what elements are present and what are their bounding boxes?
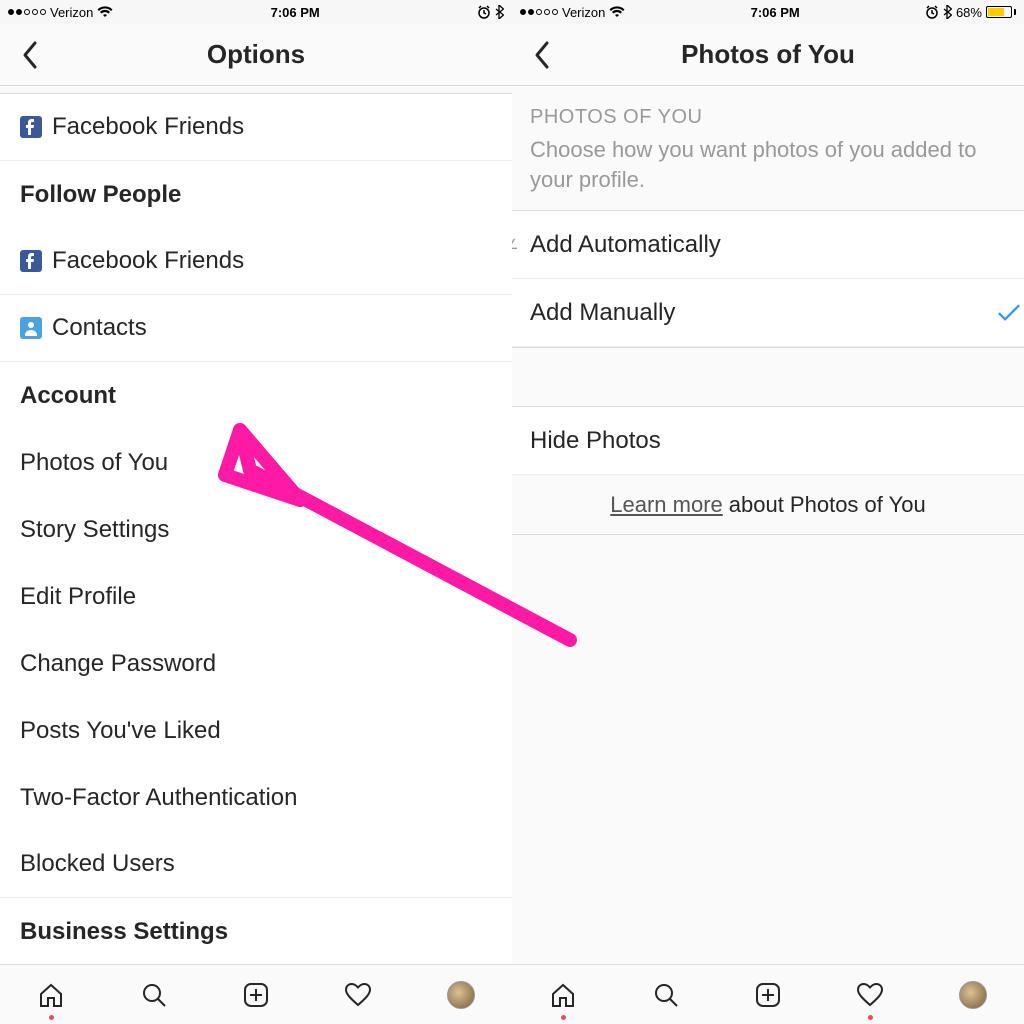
status-time: 7:06 PM — [271, 5, 320, 20]
list-item-story-settings[interactable]: Story Settings — [0, 496, 512, 563]
section-subheader: PHOTOS OF YOU — [530, 106, 1006, 129]
edge-artifact-text: ∠ — [512, 236, 519, 253]
signal-dots-icon — [520, 9, 558, 15]
chevron-left-icon — [21, 40, 39, 70]
list-item-label: Photos of You — [20, 449, 168, 477]
notification-dot — [561, 1015, 566, 1020]
learn-more-text: about Photos of You — [729, 492, 926, 518]
section-label: Business Settings — [20, 918, 228, 946]
back-button[interactable] — [520, 24, 564, 85]
option-hide-photos[interactable]: Hide Photos — [512, 407, 1024, 475]
plus-square-icon — [242, 981, 270, 1009]
tab-activity[interactable] — [307, 965, 409, 1024]
option-add-automatically[interactable]: ∠ Add Automatically — [512, 211, 1024, 279]
home-icon — [549, 981, 577, 1009]
nav-header: Options — [0, 24, 512, 86]
section-gap — [512, 347, 1024, 407]
tab-profile[interactable] — [410, 965, 512, 1024]
empty-fill — [512, 535, 1024, 1024]
options-list[interactable]: Facebook Friends Follow People Facebook … — [0, 94, 512, 1024]
battery-percent: 68% — [956, 5, 982, 20]
list-item-posts-liked[interactable]: Posts You've Liked — [0, 697, 512, 764]
heart-icon — [344, 981, 372, 1009]
list-item-label: Blocked Users — [20, 850, 175, 878]
search-icon — [140, 981, 168, 1009]
section-description: PHOTOS OF YOU Choose how you want photos… — [512, 86, 1024, 211]
photos-of-you-screen: Verizon 7:06 PM 68% — [512, 0, 1024, 1024]
home-icon — [37, 981, 65, 1009]
list-item-label: Facebook Friends — [52, 113, 244, 141]
list-item-facebook-friends[interactable]: Facebook Friends — [0, 94, 512, 161]
page-title: Options — [0, 39, 512, 70]
search-icon — [652, 981, 680, 1009]
tab-add[interactable] — [205, 965, 307, 1024]
partial-row-top — [0, 86, 512, 94]
tab-activity[interactable] — [819, 965, 921, 1024]
carrier-label: Verizon — [50, 5, 93, 20]
option-label: Add Automatically — [530, 231, 721, 259]
plus-square-icon — [754, 981, 782, 1009]
chevron-left-icon — [533, 40, 551, 70]
facebook-icon — [20, 250, 52, 272]
status-time: 7:06 PM — [751, 5, 800, 20]
option-label: Hide Photos — [530, 427, 661, 455]
section-label: Account — [20, 382, 116, 410]
tab-add[interactable] — [717, 965, 819, 1024]
section-follow-people: Follow People — [0, 161, 512, 228]
list-item-change-password[interactable]: Change Password — [0, 630, 512, 697]
back-button[interactable] — [8, 24, 52, 85]
list-item-facebook-friends-2[interactable]: Facebook Friends — [0, 228, 512, 295]
section-business-settings: Business Settings — [0, 898, 512, 965]
bluetooth-icon — [943, 5, 952, 19]
notification-dot — [49, 1015, 54, 1020]
list-item-label: Story Settings — [20, 516, 169, 544]
contacts-icon — [20, 317, 52, 339]
page-title: Photos of You — [512, 39, 1024, 70]
list-item-label: Edit Profile — [20, 583, 136, 611]
wifi-icon — [609, 6, 625, 18]
carrier-label: Verizon — [562, 5, 605, 20]
photos-content: PHOTOS OF YOU Choose how you want photos… — [512, 86, 1024, 1024]
list-item-photos-of-you[interactable]: Photos of You — [0, 429, 512, 496]
learn-more-row: Learn more about Photos of You — [512, 475, 1024, 535]
heart-icon — [856, 981, 884, 1009]
tab-home[interactable] — [0, 965, 102, 1024]
signal-dots-icon — [8, 9, 46, 15]
status-bar: Verizon 7:06 PM — [0, 0, 512, 24]
list-item-two-factor[interactable]: Two-Factor Authentication — [0, 764, 512, 831]
list-item-contacts[interactable]: Contacts — [0, 295, 512, 362]
list-item-label: Posts You've Liked — [20, 717, 221, 745]
nav-header: Photos of You — [512, 24, 1024, 86]
learn-more-link[interactable]: Learn more — [610, 492, 723, 518]
status-bar: Verizon 7:06 PM 68% — [512, 0, 1024, 24]
avatar — [447, 981, 475, 1009]
alarm-icon — [477, 5, 491, 19]
options-screen: Verizon 7:06 PM Options — [0, 0, 512, 1024]
alarm-icon — [925, 5, 939, 19]
option-label: Add Manually — [530, 299, 675, 327]
list-item-label: Contacts — [52, 314, 147, 342]
avatar — [959, 981, 987, 1009]
list-item-label: Two-Factor Authentication — [20, 784, 297, 812]
bluetooth-icon — [495, 5, 504, 19]
section-label: Follow People — [20, 181, 181, 209]
section-description-text: Choose how you want photos of you added … — [530, 135, 1006, 194]
battery-icon — [986, 6, 1016, 18]
section-account: Account — [0, 362, 512, 429]
list-item-label: Change Password — [20, 650, 216, 678]
wifi-icon — [97, 6, 113, 18]
list-item-label: Facebook Friends — [52, 247, 244, 275]
facebook-icon — [20, 116, 52, 138]
tab-home[interactable] — [512, 965, 614, 1024]
tab-search[interactable] — [102, 965, 204, 1024]
list-item-blocked-users[interactable]: Blocked Users — [0, 831, 512, 898]
list-item-edit-profile[interactable]: Edit Profile — [0, 563, 512, 630]
tab-bar — [0, 964, 1024, 1024]
notification-dot — [868, 1015, 873, 1020]
checkmark-icon — [998, 279, 1020, 346]
option-add-manually[interactable]: Add Manually — [512, 279, 1024, 347]
tab-search[interactable] — [614, 965, 716, 1024]
tab-profile[interactable] — [922, 965, 1024, 1024]
